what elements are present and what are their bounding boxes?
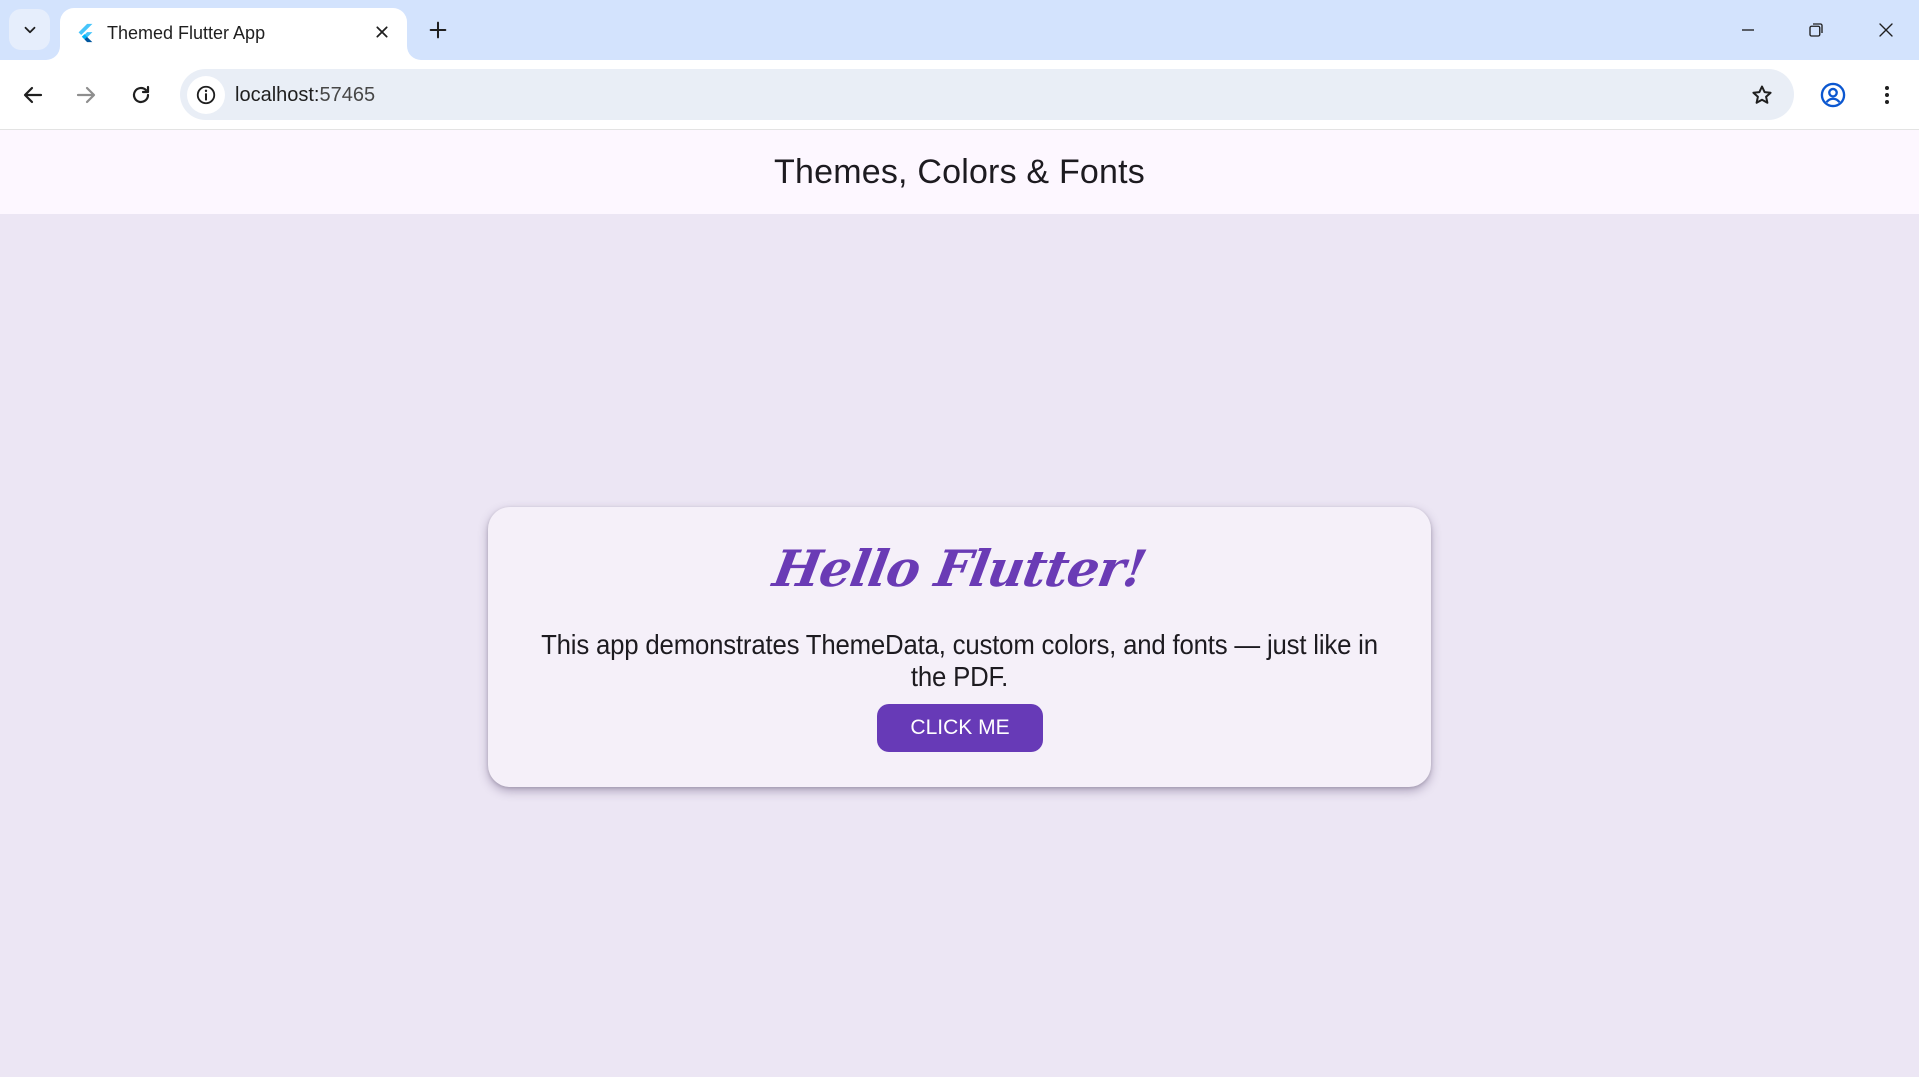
reload-button[interactable] bbox=[120, 74, 162, 116]
star-icon bbox=[1752, 85, 1772, 104]
tab-strip: Themed Flutter App bbox=[0, 0, 1919, 60]
account-circle-icon bbox=[1820, 82, 1846, 108]
url-text[interactable]: localhost:57465 bbox=[235, 82, 375, 108]
more-vert-icon bbox=[1885, 86, 1889, 104]
chevron-down-icon bbox=[24, 26, 35, 33]
minimize-button[interactable] bbox=[1724, 6, 1772, 54]
browser-toolbar: localhost:57465 bbox=[0, 60, 1919, 130]
plus-icon bbox=[429, 21, 447, 39]
restore-button[interactable] bbox=[1792, 6, 1840, 54]
tab-title: Themed Flutter App bbox=[107, 23, 266, 43]
back-button[interactable] bbox=[12, 74, 54, 116]
flutter-logo-icon bbox=[78, 23, 93, 43]
app-bar-title: Themes, Colors & Fonts bbox=[774, 152, 1145, 191]
active-tab[interactable]: Themed Flutter App bbox=[60, 8, 407, 60]
restore-icon bbox=[1809, 23, 1823, 37]
arrow-left-icon bbox=[23, 86, 43, 104]
address-bar[interactable]: localhost:57465 bbox=[180, 69, 1794, 120]
app-body: Hello Flutter! This app demonstrates The… bbox=[0, 214, 1919, 1079]
browser-menu-button[interactable] bbox=[1866, 74, 1908, 116]
forward-button[interactable] bbox=[65, 74, 107, 116]
info-icon bbox=[196, 85, 216, 105]
url-host: localhost: bbox=[235, 84, 320, 106]
card-heading: Hello Flutter! bbox=[768, 539, 1151, 598]
url-port: 57465 bbox=[319, 84, 376, 106]
profile-button[interactable] bbox=[1812, 74, 1854, 116]
close-window-button[interactable] bbox=[1862, 6, 1910, 54]
bookmark-button[interactable] bbox=[1742, 75, 1782, 115]
arrow-right-icon bbox=[76, 86, 96, 104]
close-tab-button[interactable] bbox=[367, 17, 397, 47]
card-description: This app demonstrates ThemeData, custom … bbox=[541, 629, 1378, 692]
click-me-button[interactable]: CLICK ME bbox=[877, 704, 1043, 752]
close-icon bbox=[1879, 23, 1893, 37]
tab-search-button[interactable] bbox=[9, 9, 50, 50]
app-bar: Themes, Colors & Fonts bbox=[0, 130, 1919, 214]
close-icon bbox=[376, 26, 388, 38]
reload-icon bbox=[132, 85, 150, 104]
minimize-icon bbox=[1742, 29, 1754, 31]
site-info-button[interactable] bbox=[187, 76, 225, 114]
new-tab-button[interactable] bbox=[420, 12, 456, 48]
welcome-card: Hello Flutter! This app demonstrates The… bbox=[488, 507, 1431, 787]
